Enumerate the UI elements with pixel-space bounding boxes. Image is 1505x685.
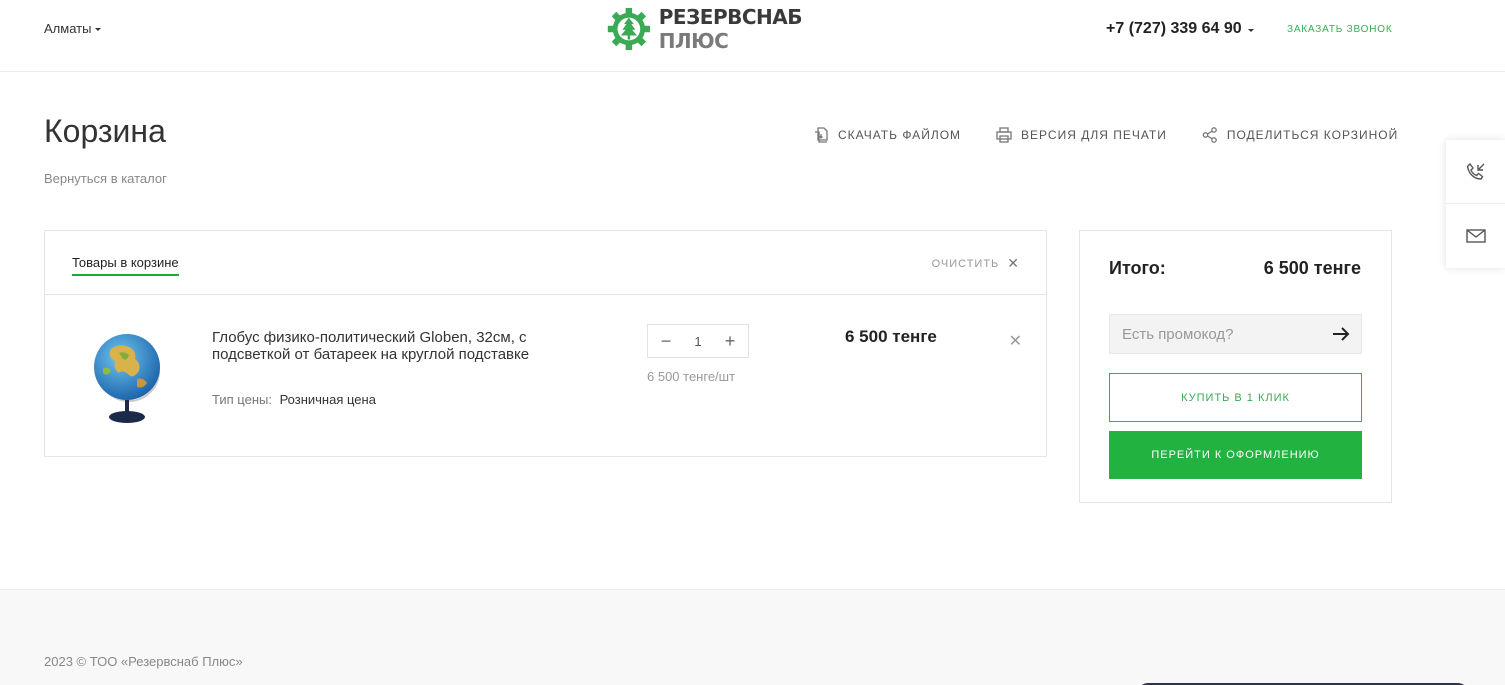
total-value: 6 500 тенге xyxy=(1263,258,1361,278)
promo-code-input[interactable] xyxy=(1110,315,1321,353)
plus-icon[interactable]: + xyxy=(720,331,740,352)
mail-icon xyxy=(1465,229,1486,243)
apply-promo-button[interactable] xyxy=(1321,315,1361,353)
callback-widget-button[interactable] xyxy=(1446,140,1505,204)
close-icon: ✕ xyxy=(1007,255,1020,271)
file-download-icon xyxy=(815,127,828,143)
close-icon: ✕ xyxy=(1008,333,1022,350)
quantity-value[interactable]: 1 xyxy=(694,334,701,349)
share-cart-label: ПОДЕЛИТЬСЯ КОРЗИНОЙ xyxy=(1226,128,1399,142)
phone-callback-icon xyxy=(1466,162,1484,180)
city-selector[interactable]: Алматы xyxy=(44,21,102,36)
mail-widget-button[interactable] xyxy=(1446,204,1505,268)
city-label: Алматы xyxy=(44,21,92,36)
order-call-link[interactable]: ЗАКАЗАТЬ ЗВОНОК xyxy=(1287,24,1392,35)
tab-cart-items[interactable]: Товары в корзине xyxy=(72,255,179,276)
minus-icon[interactable]: − xyxy=(656,331,676,352)
phone-selector[interactable]: +7 (727) 339 64 90 xyxy=(1106,20,1254,38)
chevron-down-icon xyxy=(1247,28,1254,32)
print-version-button[interactable]: ВЕРСИЯ ДЛЯ ПЕЧАТИ xyxy=(995,126,1167,144)
order-summary: Итого: 6 500 тенге КУПИТЬ В 1 КЛИК ПЕРЕЙ… xyxy=(1079,230,1392,503)
price-type-value: Розничная цена xyxy=(279,392,376,407)
copyright-text: 2023 © ТОО «Резервснаб Плюс» xyxy=(44,654,243,669)
price-type-label: Тип цены: xyxy=(212,392,272,407)
item-total-price: 6 500 тенге xyxy=(845,327,937,346)
quantity-stepper: − 1 + xyxy=(647,324,749,358)
site-logo[interactable]: РЕЗЕРВСНАБ ПЛЮС xyxy=(607,1,803,57)
remove-item-button[interactable]: ✕ xyxy=(1009,331,1022,351)
total-label: Итого: xyxy=(1109,258,1166,278)
share-cart-button[interactable]: ПОДЕЛИТЬСЯ КОРЗИНОЙ xyxy=(1201,126,1398,144)
page-title: Корзина xyxy=(44,113,166,149)
cart-panel: Товары в корзине ОЧИСТИТЬ ✕ Глобус физик… xyxy=(44,230,1047,457)
logo-text-line1: РЕЗЕРВСНАБ xyxy=(658,5,803,29)
gear-tree-logo-icon xyxy=(607,7,650,51)
product-name-link[interactable]: Глобус физико-политический Globen, 32см,… xyxy=(212,329,592,363)
cart-item: Глобус физико-политический Globen, 32см,… xyxy=(45,295,1046,457)
download-file-label: СКАЧАТЬ ФАЙЛОМ xyxy=(838,128,962,142)
checkout-button[interactable]: ПЕРЕЙТИ К ОФОРМЛЕНИЮ xyxy=(1109,431,1362,479)
site-footer: 2023 © ТОО «Резервснаб Плюс» xyxy=(0,589,1505,685)
buy-one-click-button[interactable]: КУПИТЬ В 1 КЛИК xyxy=(1109,373,1362,422)
promo-code-field xyxy=(1109,314,1362,354)
phone-number: +7 (727) 339 64 90 xyxy=(1106,20,1242,37)
side-contact-widget xyxy=(1446,140,1505,268)
download-file-button[interactable]: СКАЧАТЬ ФАЙЛОМ xyxy=(812,126,961,144)
clear-cart-button[interactable]: ОЧИСТИТЬ ✕ xyxy=(932,255,1020,272)
cart-actions: СКАЧАТЬ ФАЙЛОМ ВЕРСИЯ ДЛЯ ПЕЧАТИ ПОДЕЛИТ… xyxy=(812,126,1398,144)
back-to-catalog-link[interactable]: Вернуться в каталог xyxy=(44,171,167,186)
price-type: Тип цены: Розничная цена xyxy=(212,392,376,407)
cart-header: Товары в корзине ОЧИСТИТЬ ✕ xyxy=(45,231,1046,295)
unit-price: 6 500 тенге/шт xyxy=(647,369,736,384)
chevron-down-icon xyxy=(95,28,102,31)
arrow-right-icon xyxy=(1333,327,1350,341)
logo-text-line2: ПЛЮС xyxy=(658,29,729,53)
site-header: Алматы РЕЗЕРВСНАБ ПЛЮС +7 (727) 339 64 9… xyxy=(0,0,1505,72)
print-version-label: ВЕРСИЯ ДЛЯ ПЕЧАТИ xyxy=(1021,128,1167,142)
printer-icon xyxy=(996,127,1012,143)
share-icon xyxy=(1202,127,1217,143)
product-image[interactable] xyxy=(89,329,167,425)
clear-cart-label: ОЧИСТИТЬ xyxy=(931,257,1000,270)
